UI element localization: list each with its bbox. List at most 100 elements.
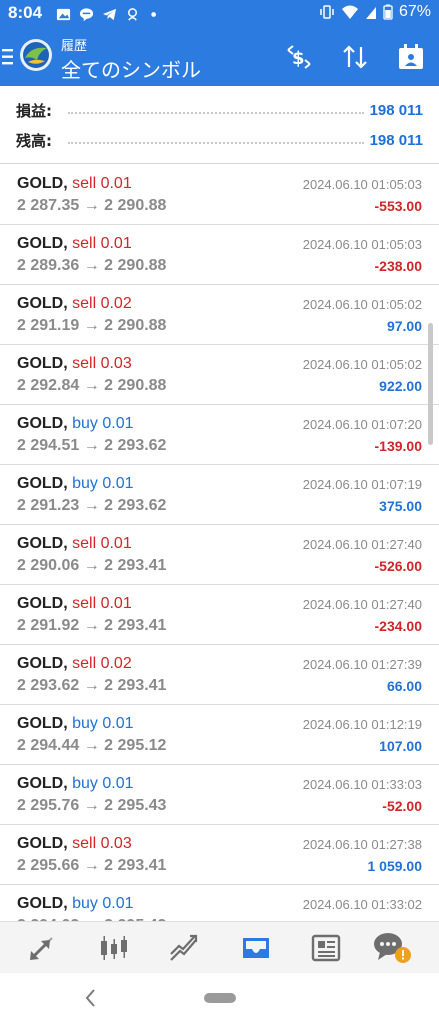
trade-time: 2024.06.10 01:05:02	[302, 357, 422, 372]
candlestick-icon[interactable]	[98, 932, 130, 964]
trade-symbol: GOLD, sell 0.01	[17, 595, 132, 613]
trade-prices: 2 292.84 → 2 290.88	[17, 377, 167, 394]
trade-symbol: GOLD, buy 0.01	[17, 895, 134, 913]
trade-profit: 1 059.00	[367, 858, 423, 874]
profit-row: 損益: 198 011	[16, 98, 423, 122]
inbox-tray-icon[interactable]	[240, 932, 272, 964]
status-bar: 8:04 67%	[0, 0, 439, 28]
balance-label: 残高:	[16, 131, 52, 150]
scrollbar[interactable]	[428, 323, 433, 445]
trade-time: 2024.06.10 01:05:03	[302, 177, 422, 192]
trade-profit: -52.00	[382, 798, 422, 814]
trade-prices: 2 294.51 → 2 293.62	[17, 437, 167, 454]
trade-row[interactable]: GOLD, buy 0.01 2 291.23 → 2 293.62 2024.06…	[0, 465, 439, 525]
trade-action: sell 0.02	[72, 295, 132, 312]
dotted-leader	[68, 112, 364, 114]
trade-row[interactable]: GOLD, sell 0.01 2 287.35 → 2 290.88 2024.0…	[0, 165, 439, 225]
app-logo-icon[interactable]	[19, 38, 53, 72]
trade-action: sell 0.03	[72, 835, 132, 852]
trade-row[interactable]: GOLD, sell 0.03 2 292.84 → 2 290.88 2024.0…	[0, 345, 439, 405]
app-bar: 履歴 全てのシンボル $	[0, 28, 439, 86]
symbol-text: GOLD,	[17, 535, 68, 552]
profit-value: 198 011	[369, 101, 423, 119]
trade-row[interactable]: GOLD, buy 0.012 294.02 → 2 295.432024.06…	[0, 885, 439, 921]
trade-row[interactable]: GOLD, buy 0.01 2 294.51 → 2 293.62 2024.06…	[0, 405, 439, 465]
symbol-text: GOLD,	[17, 295, 68, 312]
back-icon[interactable]	[82, 987, 100, 1009]
arrows-exchange-icon[interactable]	[26, 932, 58, 964]
dot-icon	[151, 11, 156, 17]
bottom-tab-bar	[0, 921, 439, 973]
trade-prices: 2 291.92 → 2 293.41	[17, 617, 167, 634]
trade-profit: -553.00	[374, 198, 422, 214]
header-subtitle: 履歴	[61, 39, 88, 54]
trade-time: 2024.06.10 01:05:03	[302, 237, 422, 252]
dotted-leader	[68, 142, 364, 144]
trade-prices: 2 290.06 → 2 293.41	[17, 557, 167, 574]
trade-time: 2024.06.10 01:27:40	[302, 537, 422, 552]
symbol-text: GOLD,	[17, 415, 68, 432]
trade-symbol: GOLD, sell 0.01	[17, 175, 132, 193]
symbol-text: GOLD,	[17, 895, 68, 912]
profit-label: 損益:	[16, 101, 52, 120]
trade-action: buy 0.01	[72, 775, 134, 792]
balance-summary: 損益: 198 011 残高: 198 011	[0, 86, 439, 164]
newspaper-icon[interactable]	[310, 932, 342, 964]
trend-line-icon[interactable]	[168, 932, 200, 964]
trade-time: 2024.06.10 01:12:19	[302, 717, 422, 732]
symbol-text: GOLD,	[17, 175, 68, 192]
trade-symbol: GOLD, sell 0.01	[17, 235, 132, 253]
trade-profit: -139.00	[374, 438, 422, 454]
chat-bubble-icon[interactable]	[372, 930, 416, 966]
trade-prices: 2 294.44 → 2 295.12	[17, 737, 167, 754]
calendar-icon[interactable]	[396, 42, 426, 72]
trade-action: sell 0.01	[72, 235, 132, 252]
trade-time: 2024.06.10 01:33:03	[302, 777, 422, 792]
trade-prices: 2 291.23 → 2 293.62	[17, 497, 167, 514]
symbol-text: GOLD,	[17, 835, 68, 852]
symbol-text: GOLD,	[17, 595, 68, 612]
menu-icon[interactable]	[2, 44, 14, 70]
trade-row[interactable]: GOLD, sell 0.02 2 293.62 → 2 293.41 2024.0…	[0, 645, 439, 705]
trade-profit: 375.00	[379, 498, 422, 514]
trade-action: buy 0.01	[72, 895, 134, 912]
symbol-text: GOLD,	[17, 655, 68, 672]
trade-action: sell 0.01	[72, 535, 132, 552]
trade-time: 2024.06.10 01:07:20	[302, 417, 422, 432]
trade-row[interactable]: GOLD, sell 0.03 2 295.66 → 2 293.41 2024.0…	[0, 825, 439, 885]
trade-row[interactable]: GOLD, sell 0.01 2 291.92 → 2 293.41 2024.0…	[0, 585, 439, 645]
symbol-text: GOLD,	[17, 715, 68, 732]
trade-time: 2024.06.10 01:07:19	[302, 477, 422, 492]
trade-prices: 2 291.19 → 2 290.88	[17, 317, 167, 334]
telegram-icon	[102, 8, 117, 20]
trade-time: 2024.06.10 01:27:38	[302, 837, 422, 852]
app-notification-icon	[128, 7, 137, 21]
trade-action: sell 0.01	[72, 595, 132, 612]
trade-time: 2024.06.10 01:27:39	[302, 657, 422, 672]
trade-profit: 97.00	[386, 318, 422, 334]
system-navigation-bar	[0, 973, 439, 1024]
trade-row[interactable]: GOLD, buy 0.01 2 294.44 → 2 295.12 2024.06…	[0, 705, 439, 765]
trade-prices: 2 293.62 → 2 293.41	[17, 677, 167, 694]
home-pill[interactable]	[204, 993, 236, 1003]
trade-history-list[interactable]: GOLD, sell 0.01 2 287.35 → 2 290.88 2024.0…	[0, 165, 439, 921]
trade-row[interactable]: GOLD, sell 0.01 2 289.36 → 2 290.88 2024.0…	[0, 225, 439, 285]
trade-row[interactable]: GOLD, sell 0.01 2 290.06 → 2 293.41 2024.0…	[0, 525, 439, 585]
trade-profit: 922.00	[379, 378, 422, 394]
trade-row[interactable]: GOLD, buy 0.01 2 295.76 → 2 295.43 2024.06…	[0, 765, 439, 825]
trade-symbol: GOLD, sell 0.02	[17, 655, 132, 673]
trade-symbol: GOLD, sell 0.02	[17, 295, 132, 313]
trade-action: buy 0.01	[72, 475, 134, 492]
header-title[interactable]: 全てのシンボル	[61, 54, 201, 83]
currency-sort-icon[interactable]: $	[284, 42, 314, 72]
signal-icon	[365, 7, 376, 19]
trade-prices: 2 287.35 → 2 290.88	[17, 197, 167, 214]
trade-symbol: GOLD, sell 0.01	[17, 535, 132, 553]
sort-icon[interactable]	[340, 42, 370, 72]
trade-prices: 2 295.66 → 2 293.41	[17, 857, 167, 874]
balance-value: 198 011	[369, 131, 423, 149]
trade-row[interactable]: GOLD, sell 0.02 2 291.19 → 2 290.88 2024.0…	[0, 285, 439, 345]
wifi-icon	[341, 5, 358, 19]
trade-prices: 2 289.36 → 2 290.88	[17, 257, 167, 274]
trade-symbol: GOLD, sell 0.03	[17, 835, 132, 853]
